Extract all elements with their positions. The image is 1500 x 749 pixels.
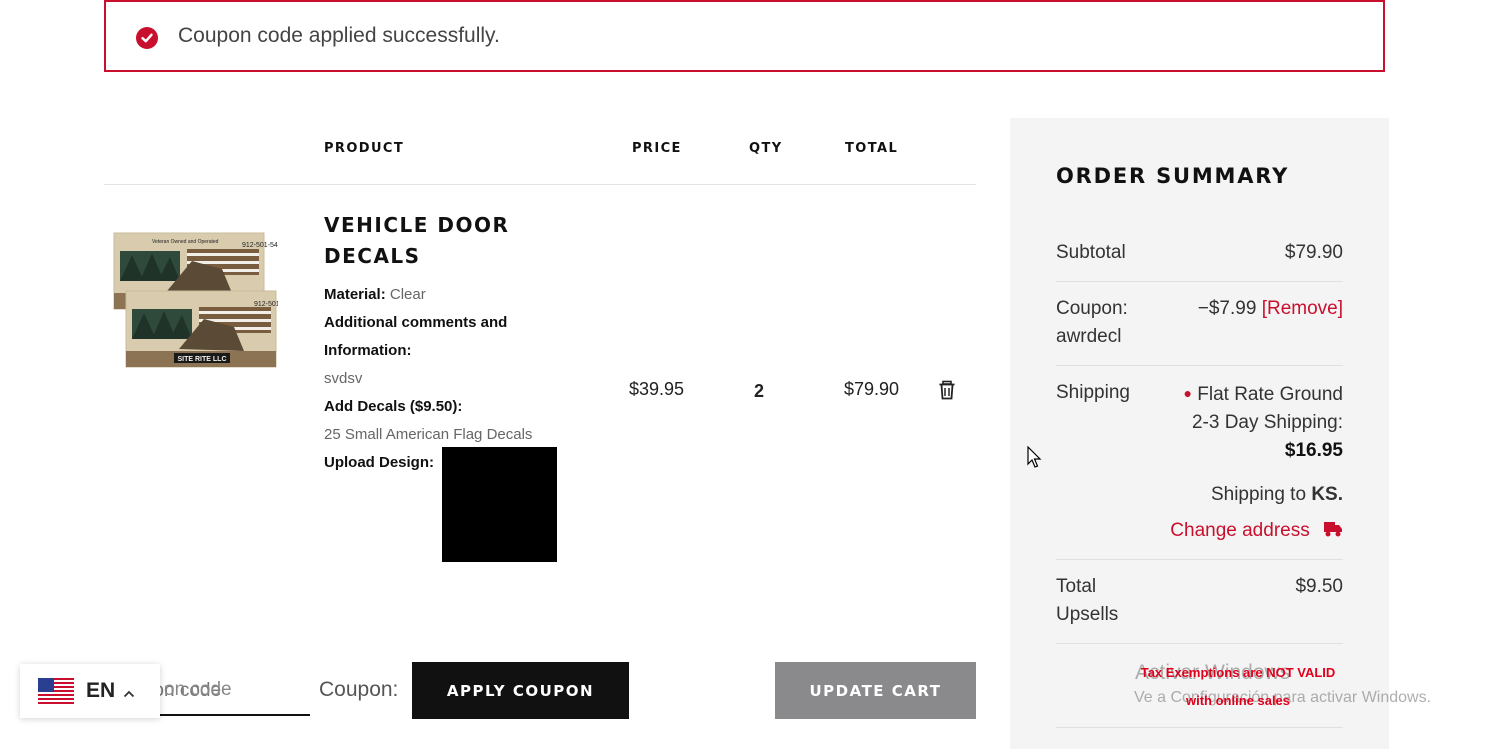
coupon-discount: −$7.99 bbox=[1197, 298, 1257, 319]
shipping-to-text: Shipping to bbox=[1210, 484, 1307, 505]
tax-exemption-note: Tax Exemptions are NOT VALID bbox=[1140, 665, 1336, 680]
option-label-comments: Additional comments and Information: bbox=[324, 314, 508, 359]
change-address-text: Change address bbox=[1170, 520, 1310, 541]
summary-divider bbox=[1056, 643, 1343, 644]
checkmark-circle-icon bbox=[136, 27, 158, 49]
item-total: $79.90 bbox=[844, 379, 900, 399]
upsells-label-2: Upsells bbox=[1056, 604, 1119, 625]
decal-brand-text: SITE RITE LLC bbox=[178, 356, 227, 363]
summary-divider bbox=[1056, 281, 1343, 282]
tax-exemption-note-2: with online sales bbox=[1185, 693, 1291, 708]
trash-icon[interactable] bbox=[937, 380, 957, 400]
summary-divider bbox=[1056, 365, 1343, 366]
decal-phone-text: 912-501-5449 bbox=[242, 242, 278, 249]
header-product: PRODUCT bbox=[324, 141, 405, 156]
apply-coupon-button[interactable]: APPLY COUPON bbox=[412, 662, 629, 719]
product-name[interactable]: VEHICLE DOOR DECALS bbox=[324, 210, 584, 272]
subtotal-label: Subtotal bbox=[1056, 242, 1126, 263]
truck-icon bbox=[1323, 519, 1343, 537]
item-qty[interactable]: 2 bbox=[754, 381, 764, 402]
upsells-label-1: Total bbox=[1056, 576, 1097, 597]
shipping-state: KS. bbox=[1311, 484, 1343, 505]
notice-message: Coupon code applied successfully. bbox=[178, 24, 500, 47]
table-divider bbox=[104, 184, 976, 185]
update-cart-button[interactable]: UPDATE CART bbox=[775, 662, 976, 719]
summary-divider bbox=[1056, 559, 1343, 560]
order-summary-title: ORDER SUMMARY bbox=[1056, 164, 1290, 188]
option-label-material: Material: bbox=[324, 286, 386, 303]
radio-dot-icon: ● bbox=[1183, 385, 1192, 401]
shipping-line-1: Flat Rate Ground bbox=[1197, 384, 1343, 405]
shipping-price: $16.95 bbox=[1284, 440, 1343, 461]
decal-phone-text-2: 912-501-5449 bbox=[254, 301, 278, 308]
chevron-up-icon bbox=[123, 686, 135, 698]
shipping-line-2: 2-3 Day Shipping: bbox=[1191, 412, 1343, 433]
uploaded-design-preview[interactable] bbox=[442, 447, 557, 562]
language-switcher[interactable]: EN bbox=[20, 664, 160, 718]
upsells-value: $9.50 bbox=[1295, 576, 1343, 597]
header-price: PRICE bbox=[632, 141, 682, 156]
mouse-cursor-icon bbox=[1027, 445, 1043, 470]
product-thumbnail[interactable]: 912-501-5449 Veteran Owned and Operated … bbox=[112, 231, 298, 369]
coupon-summary-code: awrdecl bbox=[1056, 326, 1122, 347]
change-address-link[interactable]: Change address bbox=[1170, 517, 1343, 545]
us-flag-icon bbox=[38, 678, 74, 704]
remove-coupon-link[interactable]: [Remove] bbox=[1262, 298, 1343, 319]
option-value-material: Clear bbox=[389, 286, 426, 303]
summary-divider bbox=[1056, 727, 1343, 728]
upsells-label: Total Upsells bbox=[1056, 573, 1118, 629]
decal-tag-text: Veteran Owned and Operated bbox=[152, 239, 219, 245]
option-label-decals: Add Decals ($9.50): bbox=[324, 398, 463, 415]
subtotal-value: $79.90 bbox=[1284, 242, 1343, 263]
shipping-destination: Shipping to KS. bbox=[1211, 481, 1343, 509]
item-price: $39.95 bbox=[629, 379, 685, 399]
coupon-label: Coupon: bbox=[319, 678, 399, 701]
coupon-input-visible-text: on code bbox=[164, 679, 232, 700]
shipping-label: Shipping bbox=[1056, 382, 1130, 403]
header-qty: QTY bbox=[749, 141, 783, 156]
coupon-summary-label: Coupon: awrdecl bbox=[1056, 295, 1128, 351]
header-total: TOTAL bbox=[845, 141, 899, 156]
option-value-comments: svdsv bbox=[324, 370, 363, 387]
language-code: EN bbox=[86, 679, 116, 702]
coupon-summary-value: −$7.99 [Remove] bbox=[1198, 295, 1343, 323]
option-value-decals: 25 Small American Flag Decals bbox=[324, 426, 533, 443]
shipping-option: ● Flat Rate Ground 2-3 Day Shipping: $16… bbox=[1184, 379, 1344, 465]
option-label-upload: Upload Design: bbox=[324, 454, 435, 471]
coupon-summary-label-1: Coupon: bbox=[1056, 298, 1128, 319]
